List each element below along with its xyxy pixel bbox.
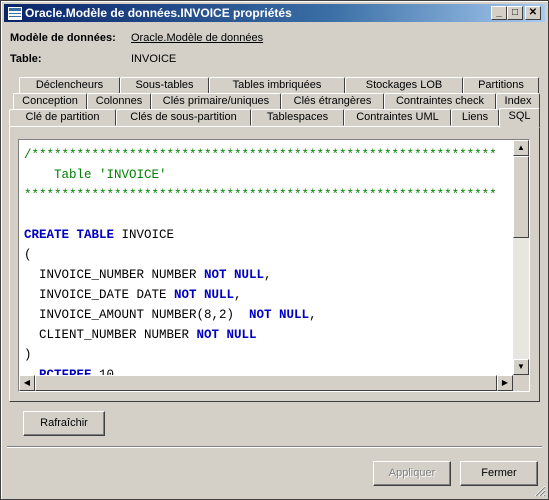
scrollbar-corner <box>513 375 529 391</box>
tab-tablespaces[interactable]: Tablespaces <box>251 109 344 126</box>
close-button[interactable]: Fermer <box>460 461 538 486</box>
model-label: Modèle de données: <box>10 32 116 44</box>
maximize-button[interactable]: □ <box>507 6 523 20</box>
sql-preview-editor[interactable]: /***************************************… <box>18 139 530 392</box>
not-null-keyword: NOT NULL <box>249 308 310 322</box>
tab-partitions[interactable]: Partitions <box>463 77 539 94</box>
create-table-name: INVOICE <box>114 228 175 242</box>
tab-cles-primaires[interactable]: Clés primaire/uniques <box>151 93 281 110</box>
create-keyword: CREATE TABLE <box>24 228 115 242</box>
column-invoice-date: INVOICE_DATE DATE <box>24 288 175 302</box>
not-null-keyword: NOT NULL <box>204 268 265 282</box>
minimize-button[interactable]: _ <box>491 6 507 20</box>
tab-cle-partition[interactable]: Clé de partition <box>9 109 116 126</box>
model-link[interactable]: Oracle.Modèle de données <box>131 32 263 44</box>
tab-colonnes[interactable]: Colonnes <box>87 93 151 110</box>
window-title: Oracle.Modèle de données.INVOICE proprié… <box>25 6 292 20</box>
tab-sous-tables[interactable]: Sous-tables <box>120 77 209 94</box>
column-invoice-amount: INVOICE_AMOUNT NUMBER(8,2) <box>24 308 250 322</box>
tab-sql[interactable]: SQL <box>499 108 540 128</box>
horizontal-scrollbar[interactable]: ◀ ▶ <box>19 375 513 391</box>
tab-cles-etrangeres[interactable]: Clés étrangères <box>281 93 384 110</box>
table-label: Table: <box>10 53 42 65</box>
vertical-scrollbar[interactable]: ▲ ▼ <box>513 140 529 375</box>
scroll-up-arrow-icon[interactable]: ▲ <box>513 140 529 156</box>
title-bar[interactable]: Oracle.Modèle de données.INVOICE proprié… <box>4 4 545 22</box>
column-client-number: CLIENT_NUMBER NUMBER <box>24 328 197 342</box>
resize-grip-icon[interactable] <box>534 485 546 497</box>
scroll-left-arrow-icon[interactable]: ◀ <box>19 375 35 391</box>
tab-conception[interactable]: Conception <box>13 93 87 110</box>
comment-table: Table 'INVOICE' <box>24 168 167 182</box>
column-invoice-number: INVOICE_NUMBER NUMBER <box>24 268 205 282</box>
comment-rule-end: ****************************************… <box>24 188 497 202</box>
sql-code[interactable]: /***************************************… <box>24 145 497 385</box>
tab-declencheurs[interactable]: Déclencheurs <box>19 77 120 94</box>
tab-liens[interactable]: Liens <box>451 109 499 126</box>
separator <box>7 446 542 448</box>
tab-contraintes-uml[interactable]: Contraintes UML <box>344 109 451 126</box>
table-icon <box>7 6 23 21</box>
apply-button[interactable]: Appliquer <box>373 461 451 486</box>
comment-rule: /***************************************… <box>24 148 497 162</box>
table-name-value: INVOICE <box>131 53 177 65</box>
tab-stockages-lob[interactable]: Stockages LOB <box>345 77 463 94</box>
tab-cles-sous-partition[interactable]: Clés de sous-partition <box>116 109 251 126</box>
tab-tables-imbriquees[interactable]: Tables imbriquées <box>209 77 345 94</box>
not-null-keyword: NOT NULL <box>196 328 257 342</box>
tab-contraintes-check[interactable]: Contraintes check <box>384 93 496 110</box>
horizontal-scroll-thumb[interactable] <box>35 375 497 391</box>
properties-dialog: Oracle.Modèle de données.INVOICE proprié… <box>0 0 549 500</box>
scroll-down-arrow-icon[interactable]: ▼ <box>513 359 529 375</box>
refresh-button[interactable]: Rafraîchir <box>23 411 105 436</box>
close-window-button[interactable]: ✕ <box>525 6 541 20</box>
scroll-right-arrow-icon[interactable]: ▶ <box>497 375 513 391</box>
not-null-keyword: NOT NULL <box>174 288 235 302</box>
open-paren: ( <box>24 248 32 262</box>
close-paren: ) <box>24 348 32 362</box>
vertical-scroll-thumb[interactable] <box>513 156 529 238</box>
